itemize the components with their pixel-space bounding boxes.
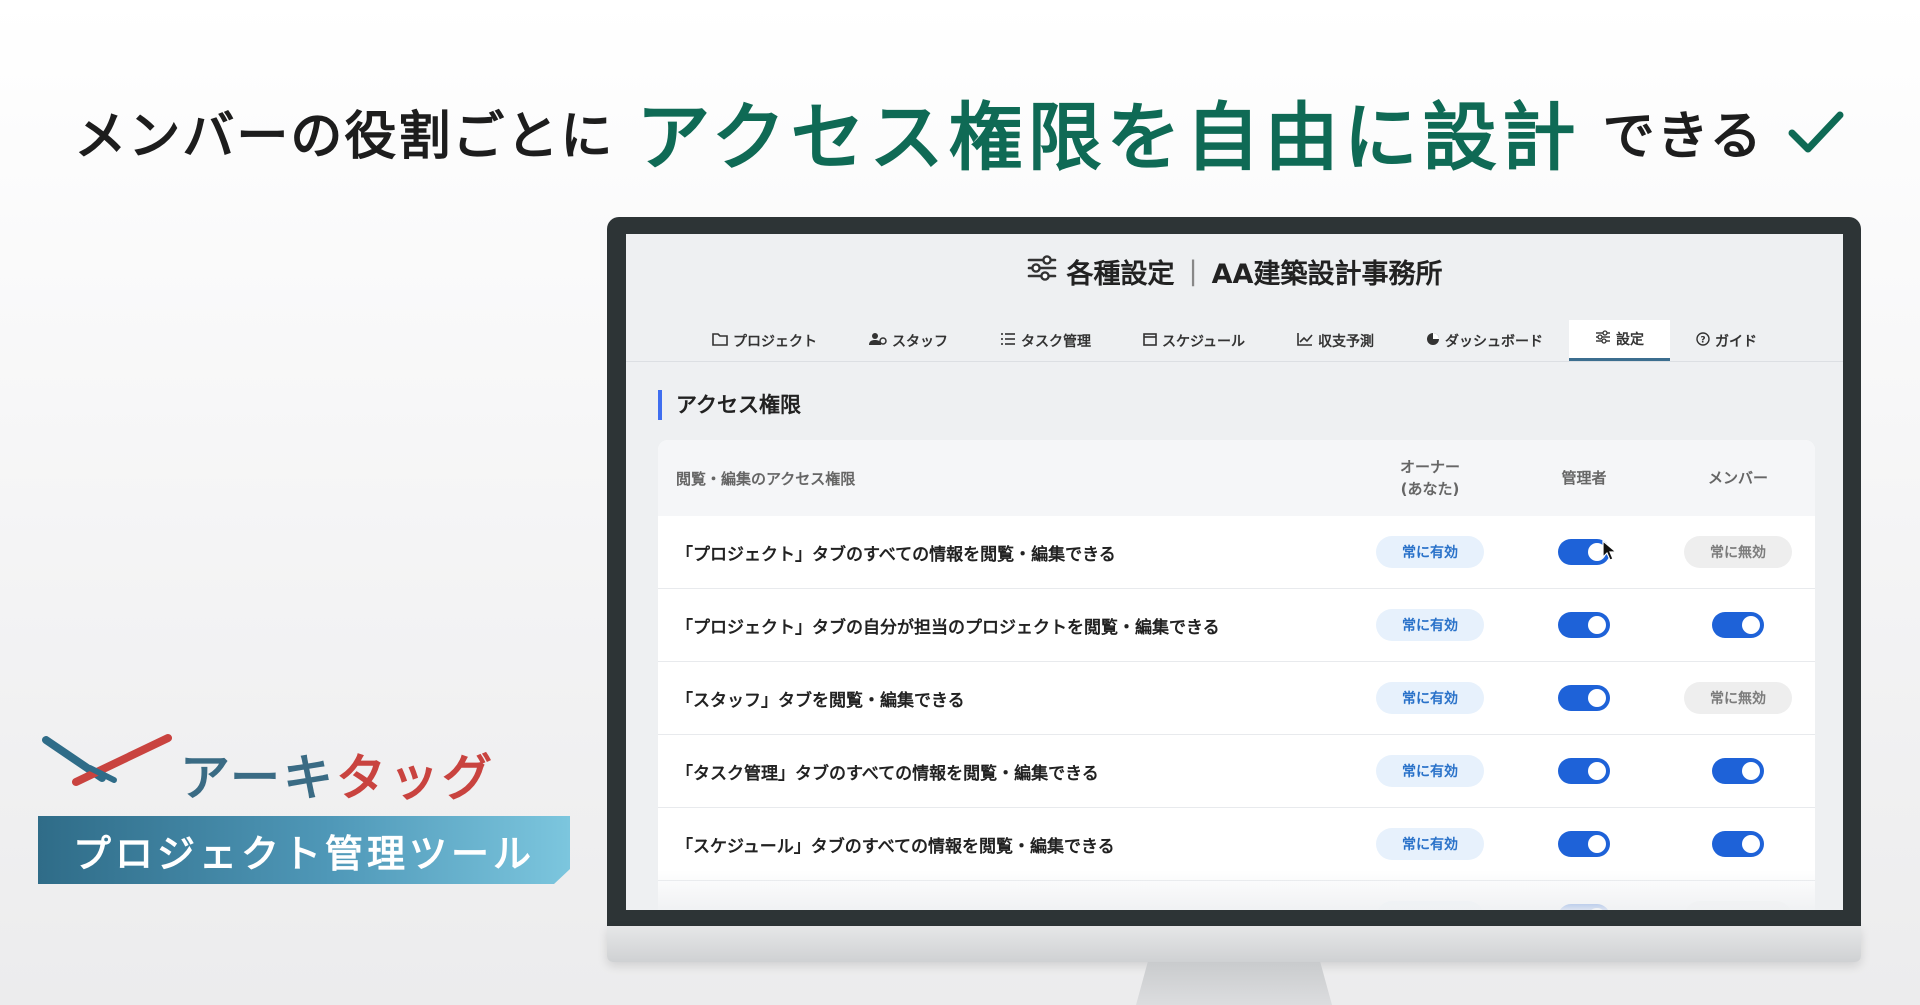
row-label: 「スタッフ」タブを閲覧・編集できる [676,690,965,711]
tab-forecast[interactable]: 収支予測 [1271,320,1400,361]
settings-title: 各種設定 [1066,259,1175,290]
access-permission-table: 閲覧・編集のアクセス権限 オーナー (あなた) 管理者 メンバー 「プロジェクト… [658,440,1815,910]
brand-tagline: プロジェクト管理ツール [38,816,570,884]
scroll-fade [626,870,1843,910]
help-circle-icon: ? [1696,331,1710,350]
header-description: 閲覧・編集のアクセス権限 [676,469,856,488]
header-member: メンバー [1707,469,1768,487]
header-admin: 管理者 [1561,469,1607,487]
tab-task[interactable]: タスク管理 [974,320,1117,361]
calendar-icon [1143,332,1157,350]
monitor-stand [1136,962,1332,1005]
table-row: 「スタッフ」タブを閲覧・編集できる 常に有効 常に無効 [658,662,1815,735]
chart-line-icon [1297,332,1313,350]
member-toggle[interactable] [1712,831,1764,857]
table-row: 「プロジェクト」タブのすべての情報を閲覧・編集できる 常に有効 常に無効 [658,516,1815,589]
headline-part1: メンバーの役割ごとに [74,107,615,167]
row-label: 「スケジュール」タブのすべての情報を閲覧・編集できる [676,836,1115,857]
row-label: 「タスク管理」タブのすべての情報を閲覧・編集できる [676,763,1099,784]
table-row: 「タスク管理」タブのすべての情報を閲覧・編集できる 常に有効 [658,735,1815,808]
row-label: 「プロジェクト」タブのすべての情報を閲覧・編集できる [676,544,1116,565]
section-title: アクセス権限 [658,390,801,420]
headline-part2: できる [1602,107,1764,167]
tab-schedule[interactable]: スケジュール [1117,320,1271,361]
admin-toggle[interactable] [1558,831,1610,857]
owner-status-badge: 常に有効 [1376,682,1484,714]
brand-name-part1: アーキ [180,749,336,807]
title-separator: | [1188,256,1198,287]
tab-label: ダッシュボード [1445,333,1544,350]
tab-staff[interactable]: スタッフ [843,320,974,361]
table-row: 「プロジェクト」タブの自分が担当のプロジェクトを閲覧・編集できる 常に有効 [658,589,1815,662]
headline-accent: アクセス権限を自由に設計 [636,95,1581,181]
owner-status-badge: 常に有効 [1376,828,1484,860]
sliders-icon [1027,255,1057,288]
tab-project[interactable]: プロジェクト [686,320,843,361]
header-owner-line1: オーナー [1399,458,1460,476]
admin-toggle[interactable] [1558,758,1610,784]
tab-settings[interactable]: 設定 [1569,320,1671,361]
tab-bar: プロジェクト スタッフ タスク管理 スケジュール 収支予測 ダッシュボード 設定… [626,320,1843,362]
brand-logo-icon [42,732,172,796]
headline: メンバーの役割ごとに アクセス権限を自由に設計 できる [0,78,1920,185]
row-label: 「プロジェクト」タブの自分が担当のプロジェクトを閲覧・編集できる [676,617,1220,638]
mouse-cursor-icon [1602,539,1618,566]
member-toggle[interactable] [1712,612,1764,638]
monitor-chin [607,926,1861,962]
member-status-badge: 常に無効 [1684,682,1792,714]
page-title: 各種設定 | AA建築設計事務所 [626,252,1843,291]
table-header: 閲覧・編集のアクセス権限 オーナー (あなた) 管理者 メンバー [658,440,1815,516]
users-icon [868,332,887,350]
owner-status-badge: 常に有効 [1376,536,1484,568]
brand-name-part2: タッグ [336,749,495,807]
list-icon [1000,332,1016,350]
folder-icon [712,332,728,350]
tab-label: 設定 [1616,332,1645,348]
tab-guide[interactable]: ? ガイド [1670,320,1783,361]
member-status-badge: 常に無効 [1684,536,1792,568]
tab-label: タスク管理 [1020,333,1091,350]
pie-chart-icon [1426,332,1440,350]
owner-status-badge: 常に有効 [1376,755,1484,787]
admin-toggle[interactable] [1558,685,1610,711]
tab-label: 収支予測 [1318,333,1375,350]
header-owner: オーナー (あなた) [1353,456,1507,500]
brand-name: アーキタッグ [180,738,495,810]
owner-status-badge: 常に有効 [1376,609,1484,641]
admin-toggle[interactable] [1558,612,1610,638]
organization-name: AA建築設計事務所 [1211,259,1443,290]
tab-label: ガイド [1715,333,1758,350]
app-screen: 各種設定 | AA建築設計事務所 プロジェクト スタッフ タスク管理 スケジュー… [626,234,1843,910]
tab-dashboard[interactable]: ダッシュボード [1400,320,1569,361]
brand: アーキタッグ プロジェクト管理ツール [38,726,578,886]
svg-text:?: ? [1700,335,1705,345]
member-toggle[interactable] [1712,758,1764,784]
check-icon [1786,107,1846,157]
header-owner-line2: (あなた) [1400,480,1460,498]
sliders-icon [1595,330,1611,348]
tab-label: プロジェクト [732,333,817,350]
tab-label: スケジュール [1161,333,1246,350]
tab-label: スタッフ [891,333,948,350]
